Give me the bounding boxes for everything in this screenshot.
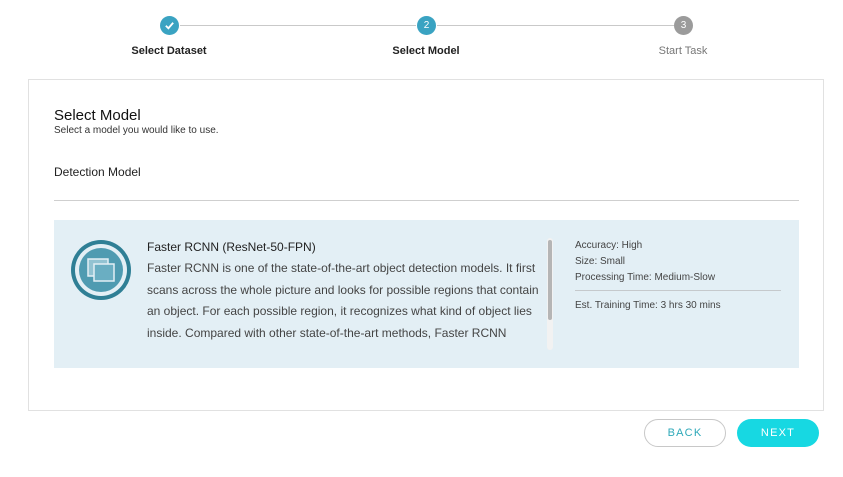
scrollbar-thumb[interactable] [548, 240, 552, 320]
model-training-time: Est. Training Time: 3 hrs 30 mins [575, 300, 721, 311]
step-1-label: Select Dataset [131, 45, 207, 57]
model-description-scroll[interactable]: Faster RCNN is one of the state-of-the-a… [147, 258, 547, 349]
step-connector [180, 25, 416, 26]
model-layers-icon [70, 239, 132, 301]
model-option-faster-rcnn[interactable]: Faster RCNN (ResNet-50-FPN) Faster RCNN … [54, 220, 799, 368]
back-button[interactable]: BACK [644, 419, 726, 447]
section-heading: Detection Model [54, 165, 141, 179]
description-scrollbar[interactable] [547, 238, 553, 350]
step-1-check-icon [160, 16, 179, 35]
step-3-label: Start Task [658, 45, 708, 57]
section-divider [54, 200, 799, 201]
step-3-number: 3 [674, 16, 693, 35]
model-description: Faster RCNN is one of the state-of-the-a… [147, 261, 539, 349]
step-2-number: 2 [417, 16, 436, 35]
select-model-card: Select Model Select a model you would li… [28, 79, 824, 411]
model-processing-time: Processing Time: Medium-Slow [575, 272, 716, 283]
model-name: Faster RCNN (ResNet-50-FPN) [147, 240, 316, 254]
model-accuracy: Accuracy: High [575, 240, 643, 251]
next-button[interactable]: NEXT [737, 419, 819, 447]
page-subtitle: Select a model you would like to use. [54, 125, 219, 136]
step-2-label: Select Model [392, 45, 460, 57]
step-connector [437, 25, 674, 26]
stats-divider [575, 290, 781, 291]
stepper: Select Dataset 2 Select Model 3 Start Ta… [0, 0, 843, 70]
page-title: Select Model [54, 107, 141, 124]
model-size: Size: Small [575, 256, 626, 267]
